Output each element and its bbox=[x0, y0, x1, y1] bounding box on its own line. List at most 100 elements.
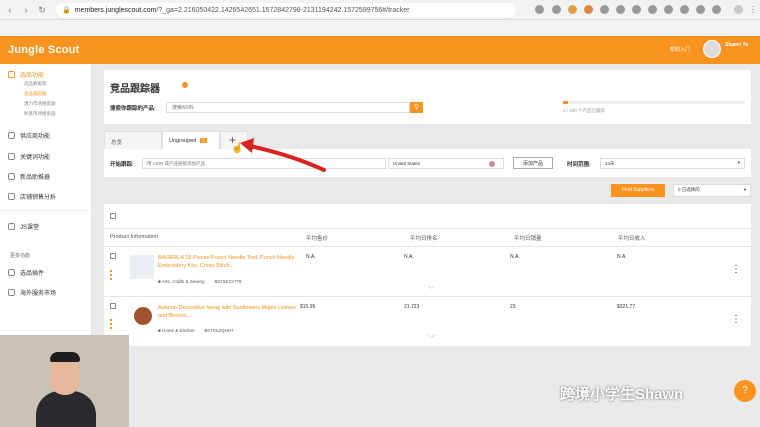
product-title[interactable]: Autumn Decorative Swag with Sunflowers,M… bbox=[158, 304, 298, 320]
forward-icon[interactable]: › bbox=[20, 4, 32, 16]
rank-cell: 21,723 bbox=[404, 304, 420, 310]
sidebar-subitem-niche[interactable]: 利基市场搜索器 bbox=[24, 111, 56, 117]
avatar[interactable] bbox=[703, 40, 721, 58]
column-header[interactable]: 平均日收入 bbox=[618, 234, 646, 242]
sidebar-item-extension[interactable]: 选品插件 bbox=[8, 268, 44, 277]
drag-handle-icon[interactable] bbox=[110, 319, 112, 329]
address-bar[interactable]: 🔒 members.junglescout.com/?_ga=2.2160504… bbox=[56, 3, 516, 17]
date-range-select[interactable]: 14天 ▾ bbox=[600, 158, 745, 169]
chevron-down-icon: ▾ bbox=[737, 160, 740, 165]
select-all-checkbox[interactable] bbox=[110, 213, 116, 219]
divider bbox=[104, 296, 751, 297]
row-checkbox[interactable] bbox=[110, 303, 116, 309]
marketplace-select[interactable]: United States bbox=[388, 158, 504, 169]
find-suppliers-button[interactable]: Find Suppliers bbox=[611, 184, 665, 197]
chevron-down-icon: ▾ bbox=[743, 187, 746, 192]
puzzle-icon bbox=[8, 269, 15, 276]
drag-handle-icon[interactable] bbox=[110, 270, 112, 280]
column-header[interactable]: 平均日销量 bbox=[514, 234, 542, 242]
date-range-label: 时间范围: bbox=[567, 162, 591, 168]
column-header[interactable]: 平均日排名 bbox=[410, 234, 438, 242]
column-header[interactable]: 平均售价 bbox=[306, 234, 328, 242]
price-cell: $15.99 bbox=[300, 304, 316, 310]
menu-icon[interactable]: ⋮ bbox=[749, 5, 758, 14]
user-name[interactable]: Shawn Ye bbox=[725, 42, 748, 48]
tab-all[interactable]: 总览 bbox=[104, 131, 162, 149]
cursor-icon: ☝ bbox=[231, 143, 244, 154]
progress-fill bbox=[563, 101, 569, 104]
help-link[interactable]: 帮助入门 bbox=[670, 46, 690, 53]
lock-icon: 🔒 bbox=[62, 7, 71, 14]
row-checkbox[interactable] bbox=[110, 253, 116, 259]
profile-icon[interactable] bbox=[734, 5, 743, 14]
column-header[interactable]: Product Information bbox=[110, 234, 158, 240]
browser-toolbar: ‹ › ↻ 🔒 members.junglescout.com/?_ga=2.2… bbox=[0, 0, 760, 20]
reload-icon[interactable]: ↻ bbox=[36, 4, 48, 16]
product-image[interactable] bbox=[130, 255, 154, 279]
sidebar-item-launch[interactable]: 新品助推器 bbox=[8, 172, 50, 181]
extension-icon[interactable] bbox=[664, 5, 673, 14]
sidebar-item-product-research[interactable]: 选品功能 bbox=[8, 70, 44, 79]
sidebar-item-academy[interactable]: JS课堂 bbox=[8, 222, 39, 231]
product-meta: ■ Home & Kitchen B07XNJQHH7 bbox=[158, 328, 234, 333]
extension-icon[interactable] bbox=[600, 5, 609, 14]
rank-cell: N.A. bbox=[404, 254, 414, 260]
sidebar-subitem-tracker[interactable]: 竞品跟踪器 bbox=[24, 91, 47, 97]
extension-icon[interactable] bbox=[616, 5, 625, 14]
webcam-overlay bbox=[0, 335, 129, 427]
grid-icon bbox=[8, 289, 15, 296]
extension-icon[interactable] bbox=[584, 5, 593, 14]
product-title[interactable]: BAGERLA 18 Pieces Punch Needle Tool, Pun… bbox=[158, 254, 298, 270]
help-icon[interactable] bbox=[182, 82, 188, 88]
tracker-header-card bbox=[104, 70, 751, 124]
selected-dropdown[interactable]: 0 已选择的 ▾ bbox=[673, 184, 751, 197]
product-image[interactable] bbox=[134, 307, 152, 325]
progress-text: 3 / 100 个产品已跟踪 bbox=[563, 108, 606, 113]
extension-icon[interactable] bbox=[680, 5, 689, 14]
chevron-down-icon[interactable]: ﹀ bbox=[428, 285, 435, 295]
url-path: /?_ga=2.216050422.1426542651.1572842798-… bbox=[156, 6, 410, 14]
revenue-cell: N.A. bbox=[617, 254, 627, 260]
app-logo[interactable]: Jungle Scout bbox=[8, 44, 79, 56]
sidebar-subitem-database[interactable]: 选品数据库 bbox=[24, 81, 47, 87]
divider bbox=[104, 228, 751, 229]
sidebar-item-keywords[interactable]: 关键词功能 bbox=[8, 152, 50, 161]
page-title: 竞品跟踪器 bbox=[110, 84, 160, 95]
annotation-arrow-icon bbox=[240, 138, 326, 172]
extension-icon[interactable] bbox=[535, 5, 544, 14]
book-icon bbox=[8, 223, 15, 230]
rocket-icon bbox=[8, 173, 15, 180]
extension-icon[interactable] bbox=[632, 5, 641, 14]
chat-icon[interactable]: ? bbox=[734, 380, 756, 402]
sidebar-item-marketplace[interactable]: 海外服务市场 bbox=[8, 288, 56, 297]
extension-icon[interactable] bbox=[696, 5, 705, 14]
extension-icon[interactable] bbox=[552, 5, 561, 14]
person-hair bbox=[50, 352, 80, 362]
flag-icon bbox=[489, 161, 495, 167]
tracking-progress bbox=[563, 101, 745, 104]
extension-icon[interactable] bbox=[568, 5, 577, 14]
add-product-label: 开始跟踪: bbox=[110, 162, 134, 168]
search-input[interactable] bbox=[166, 102, 410, 113]
more-options-icon[interactable]: ⋮ bbox=[731, 265, 741, 275]
price-cell: N.A. bbox=[306, 254, 316, 260]
count-badge: 2 bbox=[200, 138, 207, 143]
chevron-down-icon[interactable]: ﹀ bbox=[428, 334, 435, 344]
search-button[interactable]: ⚲ bbox=[410, 102, 423, 113]
more-options-icon[interactable]: ⋮ bbox=[731, 315, 741, 325]
back-icon[interactable]: ‹ bbox=[4, 4, 16, 16]
extension-icon[interactable] bbox=[648, 5, 657, 14]
extension-icon[interactable] bbox=[712, 5, 721, 14]
sidebar-item-sales-analytics[interactable]: 店铺销售分析 bbox=[8, 192, 56, 201]
tab-ungrouped[interactable]: Ungrouped 2 bbox=[162, 131, 220, 149]
sidebar-subitem-opportunity[interactable]: 潜力市场搜索器 bbox=[24, 101, 56, 107]
product-meta: ■ Arts, Crafts & Sewing B07XK2X778 bbox=[158, 279, 242, 284]
sidebar-section-more: 更多功能 bbox=[10, 253, 31, 259]
revenue-cell: $321.77 bbox=[617, 304, 636, 310]
divider bbox=[104, 246, 751, 247]
sales-cell: N.A. bbox=[510, 254, 520, 260]
watermark: 跨境小学生Shawn bbox=[560, 386, 684, 403]
key-icon bbox=[8, 153, 15, 160]
add-product-button[interactable]: 添加产品 bbox=[513, 157, 553, 169]
sidebar-item-suppliers[interactable]: 供应商功能 bbox=[8, 131, 50, 140]
